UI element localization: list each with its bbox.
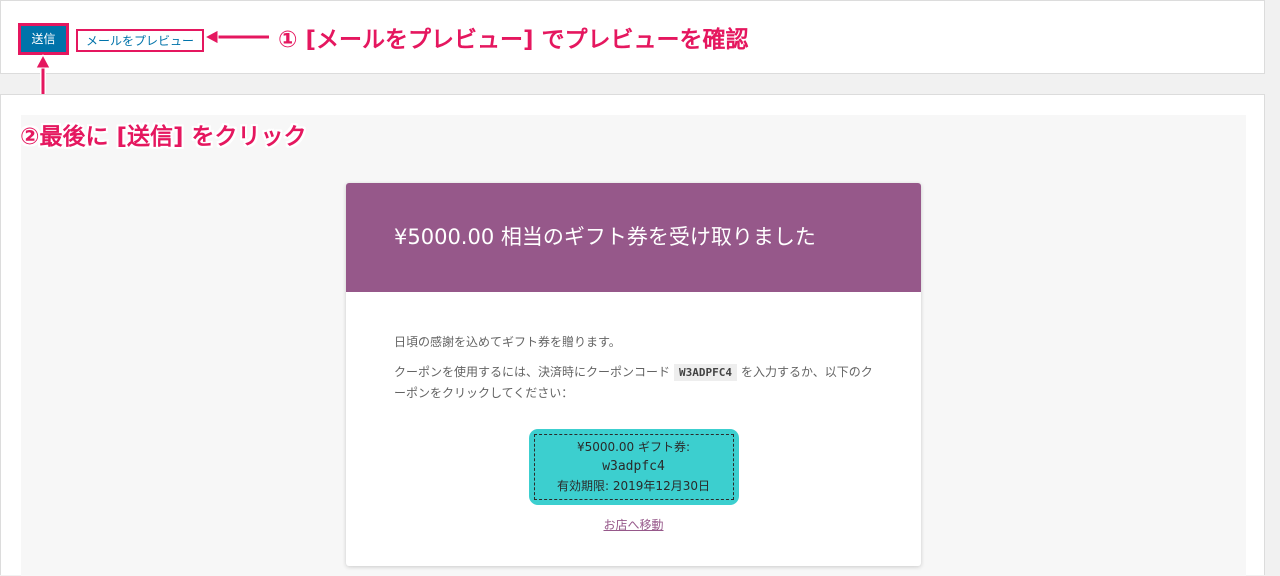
coupon-expiry: 有効期限: 2019年12月30日: [557, 479, 710, 493]
email-body: 日頃の感謝を込めてギフト券を贈ります。 クーポンを使用するには、決済時にクーポン…: [346, 292, 921, 535]
annotation-step-2: ②最後に [送信] をクリック: [20, 124, 307, 150]
email-heading: ¥5000.00 相当のギフト券を受け取りました: [346, 183, 921, 292]
coupon-code-inline: W3ADPFC4: [674, 364, 737, 381]
email-card: ¥5000.00 相当のギフト券を受け取りました 日頃の感謝を込めてギフト券を贈…: [346, 183, 921, 566]
coupon-button[interactable]: ¥5000.00 ギフト券: w3adpfc4 有効期限: 2019年12月30…: [528, 429, 739, 505]
annotation-step-1: ① [メールをプレビュー] でプレビューを確認: [278, 27, 749, 53]
coupon-inner: ¥5000.00 ギフト券: w3adpfc4 有効期限: 2019年12月30…: [533, 434, 734, 500]
email-preview-panel: ¥5000.00 相当のギフト券を受け取りました 日頃の感謝を込めてギフト券を贈…: [0, 94, 1265, 576]
shop-link[interactable]: お店へ移動: [394, 515, 873, 535]
left-arrow-icon: [203, 29, 269, 45]
send-button[interactable]: 送信: [18, 23, 69, 55]
coupon-title: ¥5000.00 ギフト券:: [576, 440, 691, 454]
email-preview-area: ¥5000.00 相当のギフト券を受け取りました 日頃の感謝を込めてギフト券を贈…: [21, 115, 1246, 576]
preview-email-button[interactable]: メールをプレビュー: [76, 29, 204, 52]
instruction-before: クーポンを使用するには、決済時にクーポンコード: [394, 365, 671, 379]
email-instruction: クーポンを使用するには、決済時にクーポンコード W3ADPFC4 を入力するか、以下…: [394, 362, 873, 403]
coupon-code: w3adpfc4: [602, 459, 665, 474]
email-intro: 日頃の感謝を込めてギフト券を贈ります。: [394, 335, 621, 349]
